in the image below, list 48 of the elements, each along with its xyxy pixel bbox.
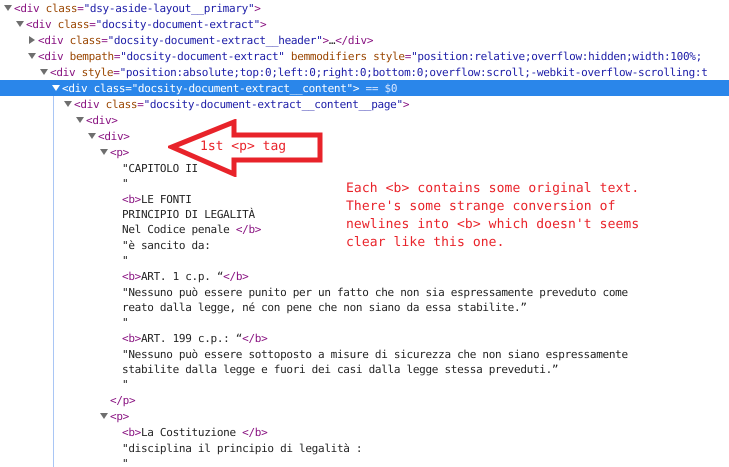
dom-tree-row[interactable]: <b>La Costituzione </b> [0, 424, 268, 440]
dom-tree-row[interactable]: <p> [0, 408, 129, 424]
dom-tree-row[interactable]: <div> [0, 112, 118, 128]
dom-tree-row[interactable]: <div> [0, 128, 130, 144]
dom-node-text: <b>ART. 1 c.p. “</b> [122, 268, 248, 284]
triangle-icon[interactable] [88, 132, 96, 140]
triangle-icon[interactable] [100, 148, 108, 156]
triangle-icon[interactable] [16, 20, 24, 28]
triangle-icon[interactable] [52, 84, 60, 92]
triangle-icon[interactable] [76, 116, 84, 124]
dom-node-text: <b>La Costituzione </b> [122, 424, 268, 440]
dom-node-text: <p> [110, 408, 129, 424]
triangle-icon[interactable] [28, 52, 36, 60]
dom-node-text: </p> [110, 392, 136, 408]
dom-node-text: <p> [110, 144, 129, 160]
dom-node-text: <div class="docsity-document-extract__header">…</div> [38, 32, 374, 48]
triangle-icon[interactable] [28, 36, 36, 44]
dom-node-text: <b>ART. 199 c.p.: “</b> [122, 330, 268, 346]
dom-node-text: <div> [86, 112, 118, 128]
dom-node-text: <b>LE FONTI PRINCIPIO DI LEGALITÀ Nel Codice penale </b> [122, 192, 262, 236]
annotation-label: 1st <p> tag [200, 139, 286, 154]
dom-node-text: "disciplina il principio di legalità : " [122, 440, 362, 467]
dom-node-text: <div> [98, 128, 130, 144]
annotation-note: Each <b> contains some original text. There's some strange conversion of newlines into <b> which doesn't seems clear like this one. [346, 180, 640, 252]
dom-tree-row[interactable]: "Nessuno può essere punito per un fatto che non sia espressamente preveduto come reato dalla legge, né con pene che non siano da essa stabilite.” " [0, 284, 628, 330]
dom-tree-row[interactable]: <div class="docsity-document-extract__header">…</div> [0, 32, 374, 48]
dom-node-text: <div class="docsity-document-extract"> [26, 16, 266, 32]
dom-tree-row[interactable]: "disciplina il principio di legalità : " [0, 440, 362, 467]
triangle-icon[interactable] [64, 100, 72, 108]
dom-tree-row[interactable]: <div class="docsity-document-extract__content__page"> [0, 96, 410, 112]
triangle-icon[interactable] [100, 412, 108, 420]
dom-tree-row[interactable]: <b>LE FONTI PRINCIPIO DI LEGALITÀ Nel Codice penale </b> [0, 191, 262, 237]
dom-tree-row[interactable]: <b>ART. 199 c.p.: “</b> [0, 330, 268, 346]
dom-tree-row[interactable]: <div class="docsity-document-extract__content"> == $0 [0, 80, 729, 96]
triangle-icon[interactable] [4, 4, 12, 12]
dom-tree-row[interactable]: <b>ART. 1 c.p. “</b> [0, 268, 248, 284]
dom-tree-row[interactable]: "Nessuno può essere sottoposto a misure di sicurezza che non siano espressamente stabilite dalla legge e fuori dei casi dalla legge stessa preveduti.” " [0, 346, 628, 392]
dom-tree-row[interactable]: <div class="docsity-document-extract"> [0, 16, 266, 32]
dom-node-text: <div class="docsity-document-extract__content__page"> [74, 96, 410, 112]
triangle-icon[interactable] [40, 68, 48, 76]
dom-node-text: "Nessuno può essere punito per un fatto che non sia espressamente preveduto come reato dalla legge, né con pene che non siano da essa stabilite.” " [122, 284, 628, 330]
dom-node-text: "è sancito da: " [122, 238, 211, 268]
dom-node-text: "CAPITOLO II " [122, 160, 198, 190]
dom-node-text: "Nessuno può essere sottoposto a misure di sicurezza che non siano espressamente stabilite dalla legge e fuori dei casi dalla legge stessa preveduti.” " [122, 346, 628, 392]
dom-node-text: <div class="docsity-document-extract__content"> == $0 [62, 80, 398, 96]
dom-tree-row[interactable]: "CAPITOLO II " [0, 160, 198, 191]
dom-tree-row[interactable]: <p> [0, 144, 129, 160]
dom-tree-row[interactable]: "è sancito da: " [0, 237, 211, 268]
